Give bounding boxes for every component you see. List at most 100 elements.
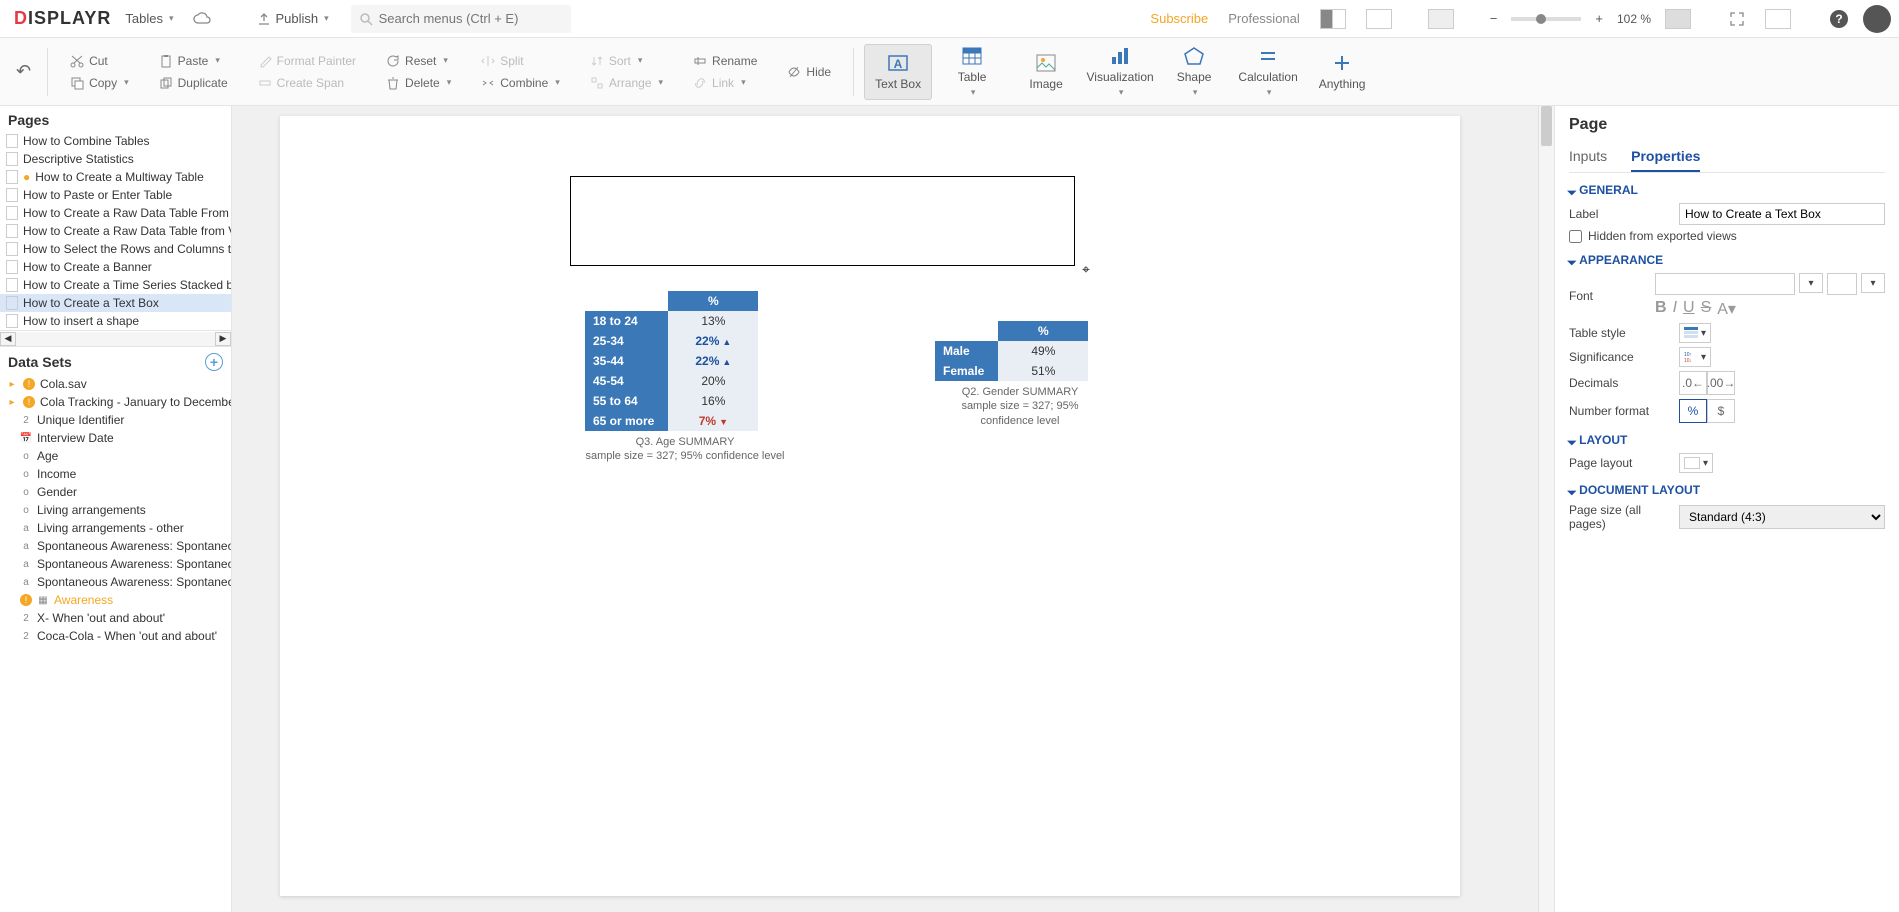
format-currency[interactable]: $	[1707, 399, 1735, 423]
insert-visualization[interactable]: Visualization▾	[1086, 44, 1154, 100]
font-family-dropdown[interactable]: ▾	[1799, 273, 1823, 293]
dataset-item[interactable]: oGender	[0, 483, 231, 501]
page-item[interactable]: How to Select the Rows and Columns to A	[0, 240, 231, 258]
page-item[interactable]: How to Paste or Enter Table	[0, 186, 231, 204]
vartype-icon: a	[20, 522, 32, 534]
copy-button[interactable]: Copy▾	[64, 73, 135, 93]
insert-textbox[interactable]: A Text Box	[864, 44, 932, 100]
help-icon[interactable]: ?	[1823, 5, 1855, 33]
cut-button[interactable]: Cut	[64, 51, 135, 71]
page-item[interactable]: Descriptive Statistics	[0, 150, 231, 168]
font-color-button[interactable]: A▾	[1717, 299, 1736, 319]
dataset-item[interactable]: ▸!Cola Tracking - January to December	[0, 393, 231, 411]
new-textbox[interactable]	[570, 176, 1075, 266]
zoom-in[interactable]: +	[1589, 7, 1609, 30]
bold-button[interactable]: B	[1655, 299, 1667, 319]
tab-properties[interactable]: Properties	[1631, 142, 1700, 172]
section-appearance[interactable]: APPEARANCE	[1569, 253, 1885, 267]
dataset-item[interactable]: ▸!Cola.sav	[0, 375, 231, 393]
canvas-vscroll[interactable]	[1538, 106, 1554, 912]
search-input[interactable]	[379, 11, 549, 26]
format-percent[interactable]: %	[1679, 399, 1707, 423]
insert-image[interactable]: Image	[1012, 44, 1080, 100]
insert-anything[interactable]: Anything	[1308, 44, 1376, 100]
font-family-input[interactable]	[1655, 273, 1795, 295]
page-item[interactable]: How to Create a Text Box	[0, 294, 231, 312]
delete-button[interactable]: Delete▾	[380, 73, 457, 93]
scroll-right-icon[interactable]: ▶	[215, 332, 231, 346]
insert-shape[interactable]: Shape▾	[1160, 44, 1228, 100]
split-icon	[481, 54, 495, 68]
page-item[interactable]: How to Create a Time Series Stacked by Y	[0, 276, 231, 294]
search-box[interactable]	[351, 5, 571, 33]
decimals-increase[interactable]: .00→	[1707, 371, 1735, 395]
underline-button[interactable]: U	[1683, 299, 1695, 319]
gender-table[interactable]: %Male49%Female51% Q2. Gender SUMMARY sam…	[935, 321, 1105, 428]
paste-button[interactable]: Paste▾	[153, 51, 234, 71]
section-general[interactable]: GENERAL	[1569, 183, 1885, 197]
datasets-list[interactable]: ▸!Cola.sav▸!Cola Tracking - January to D…	[0, 375, 231, 912]
italic-button[interactable]: I	[1673, 299, 1677, 319]
fit-page-icon[interactable]	[1659, 5, 1697, 33]
dataset-item[interactable]: oLiving arrangements	[0, 501, 231, 519]
label-input[interactable]	[1679, 203, 1885, 225]
dataset-item[interactable]: !▦Awareness	[0, 591, 231, 609]
page-item[interactable]: How to Create a Banner	[0, 258, 231, 276]
combine-button[interactable]: Combine▾	[475, 73, 566, 93]
add-dataset-button[interactable]: +	[205, 353, 223, 371]
dataset-item[interactable]: 2Coca-Cola - When 'out and about'	[0, 627, 231, 645]
tab-inputs[interactable]: Inputs	[1569, 142, 1607, 172]
strike-button[interactable]: S	[1701, 299, 1712, 319]
dataset-item[interactable]: oIncome	[0, 465, 231, 483]
page-size-select[interactable]: Standard (4:3)	[1679, 505, 1885, 529]
layout-panels-none[interactable]	[1360, 5, 1398, 33]
pages-hscroll[interactable]: ◀ ▶	[0, 330, 231, 346]
layout-panels-left[interactable]	[1314, 5, 1352, 33]
page-canvas[interactable]: ⌖ %18 to 2413%25-3422%35-4422%45-5420%55…	[280, 116, 1460, 896]
zoom-out[interactable]: −	[1484, 7, 1504, 30]
section-doc-layout[interactable]: DOCUMENT LAYOUT	[1569, 483, 1885, 497]
hide-button[interactable]: Hide	[781, 62, 837, 82]
dataset-item[interactable]: aSpontaneous Awareness: Spontaneou	[0, 573, 231, 591]
hidden-checkbox[interactable]	[1569, 230, 1582, 243]
dataset-item[interactable]: oAge	[0, 447, 231, 465]
dataset-item[interactable]: 2Unique Identifier	[0, 411, 231, 429]
significance-icon: 10↑10↓	[1684, 351, 1698, 363]
age-table[interactable]: %18 to 2413%25-3422%35-4422%45-5420%55 t…	[585, 291, 785, 464]
dataset-item[interactable]: 📅Interview Date	[0, 429, 231, 447]
avatar[interactable]	[1863, 5, 1891, 33]
reset-button[interactable]: Reset▾	[380, 51, 457, 71]
dataset-item[interactable]: 2X- When 'out and about'	[0, 609, 231, 627]
page-item[interactable]: How to Combine Tables	[0, 132, 231, 150]
insert-table[interactable]: Table▾	[938, 44, 1006, 100]
zoom-slider[interactable]	[1511, 17, 1581, 21]
canvas[interactable]: ⌖ %18 to 2413%25-3422%35-4422%45-5420%55…	[232, 106, 1554, 912]
tables-menu[interactable]: Tables▾	[119, 7, 179, 30]
undo-button[interactable]: ↶	[10, 58, 37, 85]
significance-select[interactable]: 10↑10↓▾	[1679, 347, 1711, 367]
rename-button[interactable]: Rename	[687, 51, 763, 71]
font-size-input[interactable]	[1827, 273, 1857, 295]
page-item[interactable]: How to Create a Raw Data Table From a V	[0, 204, 231, 222]
table-style-select[interactable]: ▾	[1679, 323, 1711, 343]
fullscreen-icon[interactable]	[1723, 7, 1751, 31]
insert-calculation[interactable]: Calculation▾	[1234, 44, 1302, 100]
dataset-item[interactable]: aSpontaneous Awareness: Spontaneou	[0, 555, 231, 573]
duplicate-button[interactable]: Duplicate	[153, 73, 234, 93]
dataset-item[interactable]: aLiving arrangements - other	[0, 519, 231, 537]
present-icon[interactable]	[1759, 5, 1797, 33]
section-layout[interactable]: LAYOUT	[1569, 433, 1885, 447]
font-size-dropdown[interactable]: ▾	[1861, 273, 1885, 293]
cloud-icon[interactable]	[187, 8, 217, 30]
scroll-left-icon[interactable]: ◀	[0, 332, 16, 346]
publish-menu[interactable]: Publish▾	[251, 7, 334, 30]
page-item[interactable]: ●How to Create a Multiway Table	[0, 168, 231, 186]
subscribe-link[interactable]: Subscribe	[1144, 7, 1214, 30]
layout-single-page[interactable]	[1422, 5, 1460, 33]
dataset-item[interactable]: aSpontaneous Awareness: Spontaneou	[0, 537, 231, 555]
page-layout-select[interactable]: ▾	[1679, 453, 1713, 473]
pages-list[interactable]: How to Combine TablesDescriptive Statist…	[0, 132, 231, 330]
decimals-decrease[interactable]: .0←	[1679, 371, 1707, 395]
page-item[interactable]: How to insert a shape	[0, 312, 231, 330]
page-item[interactable]: How to Create a Raw Data Table from Var	[0, 222, 231, 240]
